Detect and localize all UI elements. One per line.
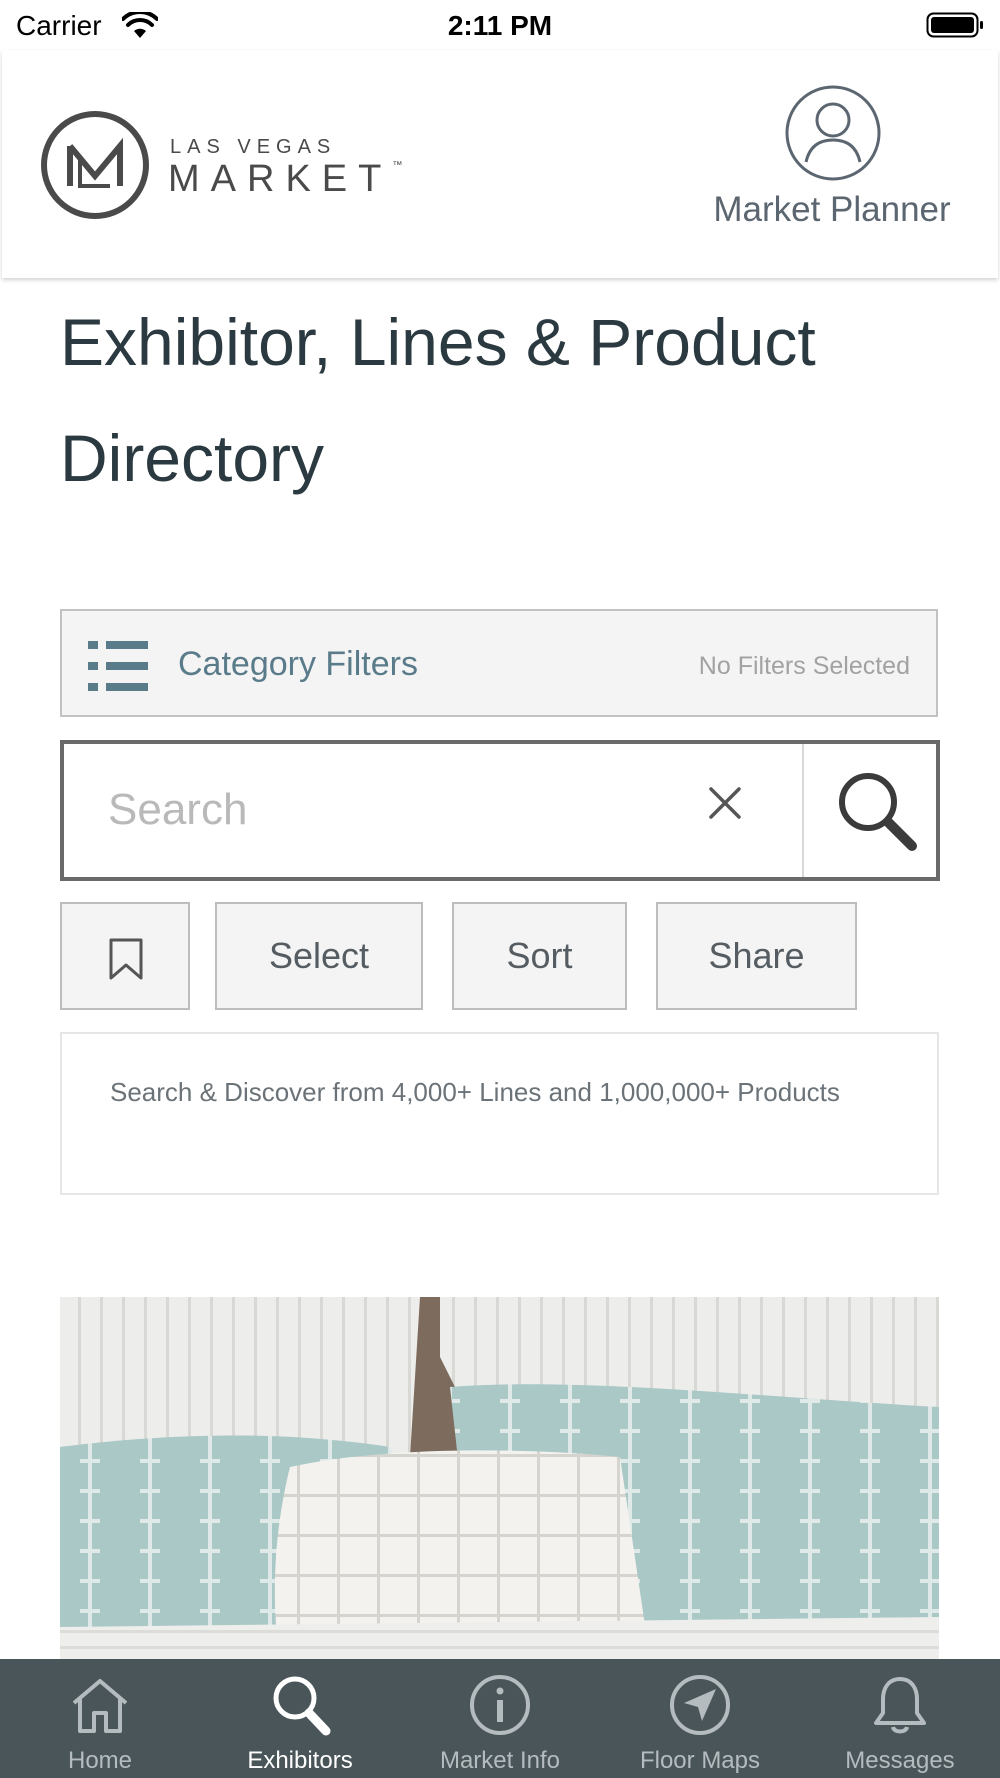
market-planner-label: Market Planner [713,190,951,229]
user-icon [784,84,882,187]
tab-messages[interactable]: Messages [800,1659,1000,1778]
info-text: Search & Discover from 4,000+ Lines and … [110,1077,840,1107]
share-button[interactable]: Share [656,902,857,1010]
app-header: LAS VEGAS MARKET™ Market Planner [2,50,998,278]
info-icon [468,1673,532,1742]
tab-home-label: Home [67,1747,133,1774]
search-box [60,740,940,881]
category-filters-bar[interactable]: Category Filters No Filters Selected [60,609,938,717]
search-icon [268,1673,332,1742]
clock: 2:11 PM [447,10,553,41]
tab-exhibitors[interactable]: Exhibitors [200,1659,400,1778]
status-bar: Carrier 2:11 PM [0,0,1000,50]
trademark-symbol: ™ [392,160,403,171]
logo-title: MARKET™ [168,158,402,201]
bell-icon [868,1673,932,1742]
select-button[interactable]: Select [215,902,423,1010]
category-filters-label: Category Filters [178,645,418,683]
list-icon [88,641,148,696]
tab-floor-maps[interactable]: Floor Maps [600,1659,800,1778]
las-vegas-market-logo[interactable] [40,110,150,225]
sort-button[interactable]: Sort [452,902,627,1010]
search-divider [802,744,804,877]
tab-messages-label: Messages [845,1747,955,1774]
navigation-icon [668,1673,732,1742]
logo-subtitle: LAS VEGAS [170,136,337,158]
clear-icon[interactable] [708,786,742,825]
bookmark-button[interactable] [60,902,190,1010]
info-banner: Search & Discover from 4,000+ Lines and … [60,1032,939,1195]
search-icon[interactable] [836,770,918,857]
tab-exhibitors-label: Exhibitors [247,1747,353,1774]
tab-home[interactable]: Home [0,1659,200,1778]
bottom-tab-bar: Home Exhibitors Market Info Floor Maps M… [0,1659,1000,1778]
logo-title-text: MARKET [168,158,393,200]
market-planner-button[interactable]: Market Planner [702,84,962,244]
product-image[interactable] [60,1297,939,1659]
tab-market-info-label: Market Info [439,1747,561,1774]
tab-floor-maps-label: Floor Maps [639,1747,761,1774]
tab-market-info[interactable]: Market Info [400,1659,600,1778]
filters-status: No Filters Selected [698,652,910,680]
page-title: Exhibitor, Lines & Product Directory [60,305,816,495]
home-icon [68,1673,132,1742]
bookmark-icon [109,938,143,980]
battery-icon [926,12,984,43]
search-input[interactable] [108,780,668,840]
